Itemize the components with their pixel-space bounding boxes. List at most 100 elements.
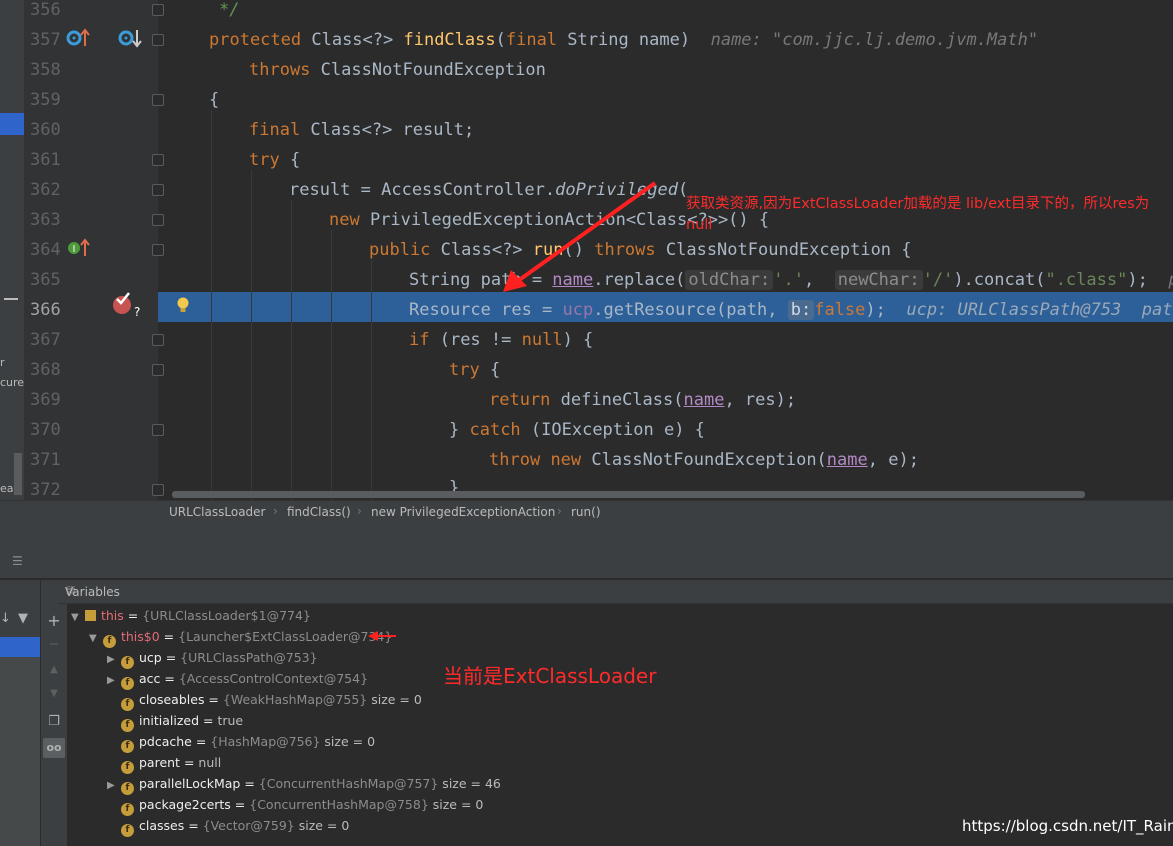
variables-toolbar: + − ▲ ▼ ❐ oo — [40, 580, 68, 846]
line-number: 365 — [30, 270, 61, 290]
code-line-370: } catch (IOException e) { — [449, 420, 705, 440]
watermark: https://blog.csdn.net/IT_Rain — [962, 817, 1173, 835]
svg-text:I: I — [73, 244, 76, 255]
variable-row[interactable]: f pdcache = {HashMap@756} size = 0 — [107, 732, 375, 753]
code-line-358: throws ClassNotFoundException — [249, 60, 546, 80]
variables-tree[interactable]: ▼ this = {URLClassLoader$1@774} ▼ f this$… — [67, 604, 1173, 846]
field-icon: f — [120, 698, 134, 711]
param-hint: oldChar: — [685, 270, 774, 290]
code-line-356: */ — [219, 0, 240, 20]
line-number: 362 — [30, 180, 61, 200]
field-icon: f — [120, 656, 134, 669]
object-icon — [84, 610, 96, 621]
fold-marker[interactable] — [152, 4, 164, 16]
fold-marker[interactable] — [152, 244, 164, 256]
code-line-367: if (res != null) { — [409, 330, 594, 350]
line-number: 360 — [30, 120, 61, 140]
fold-marker[interactable] — [152, 484, 164, 496]
line-number: 368 — [30, 360, 61, 380]
field-icon: f — [120, 761, 134, 774]
frames-list[interactable] — [0, 657, 40, 846]
variable-row[interactable]: ▶ f parallelLockMap = {ConcurrentHashMap@… — [107, 774, 501, 795]
filter-icon[interactable]: ▼ — [18, 611, 28, 626]
code-line-371: throw new ClassNotFoundException(name, e… — [489, 450, 919, 470]
line-number: 364 — [30, 240, 61, 260]
code-line-369: return defineClass(name, res); — [489, 390, 797, 410]
frames-panel: ↓ ▼ — [0, 580, 40, 846]
move-down-icon[interactable]: ▼ — [43, 688, 65, 706]
panel-divider — [0, 524, 1173, 548]
layout-icon[interactable]: ☰ — [12, 554, 23, 568]
debug-toolbar: ☰ — [0, 548, 1173, 579]
variable-row[interactable]: f package2certs = {ConcurrentHashMap@758}… — [107, 795, 483, 816]
param-hint: newChar: — [834, 270, 923, 290]
minus-icon[interactable]: − — [43, 637, 65, 655]
variable-row[interactable]: f initialized = true — [107, 711, 243, 732]
glasses-icon[interactable]: oo — [43, 738, 65, 758]
field-icon: f — [120, 803, 134, 816]
line-number: 359 — [30, 90, 61, 110]
variables-title: Variables — [65, 585, 120, 599]
line-number: 356 — [30, 0, 61, 20]
copy-icon[interactable]: ❐ — [43, 714, 65, 732]
fold-marker[interactable] — [152, 364, 164, 376]
line-number: 367 — [30, 330, 61, 350]
code-line-357: protected Class<?> findClass(final Strin… — [209, 30, 1039, 50]
add-watch-icon[interactable]: + — [43, 611, 65, 630]
line-number: 358 — [30, 60, 61, 80]
code-line-361: try { — [249, 150, 301, 170]
code-line-360: final Class<?> result; — [249, 120, 475, 140]
code-line-359: { — [209, 90, 220, 110]
line-number: 371 — [30, 450, 61, 470]
field-icon: f — [120, 740, 134, 753]
variable-row[interactable]: f closeables = {WeakHashMap@755} size = 0 — [107, 690, 422, 711]
variable-row[interactable]: ▶ f acc = {AccessControlContext@754} — [107, 669, 368, 690]
breadcrumb: URLClassLoader › findClass() › new Privi… — [0, 500, 1173, 525]
line-number-current: 366 — [30, 300, 61, 320]
fold-marker[interactable] — [152, 334, 164, 346]
variable-row[interactable]: ▼ f this$0 = {Launcher$ExtClassLoader@734… — [89, 627, 392, 648]
breadcrumb-item[interactable]: run() — [571, 505, 601, 519]
field-icon: f — [120, 677, 134, 690]
breadcrumb-item[interactable]: URLClassLoader — [169, 505, 265, 519]
fold-marker[interactable] — [152, 154, 164, 166]
indent-guide — [291, 200, 292, 500]
param-hint: b: — [787, 300, 815, 320]
fold-marker[interactable] — [152, 214, 164, 226]
variable-row[interactable]: f parent = null — [107, 753, 221, 774]
variable-row[interactable]: ▼ this = {URLClassLoader$1@774} — [71, 606, 311, 626]
fold-marker[interactable] — [152, 424, 164, 436]
indent-guide — [251, 170, 252, 500]
line-number: 361 — [30, 150, 61, 170]
arrow-down-icon[interactable]: ↓ — [0, 611, 11, 626]
code-line-368: try { — [449, 360, 501, 380]
line-number: 372 — [30, 480, 61, 500]
move-up-icon[interactable]: ▲ — [43, 664, 65, 682]
inline-debug-value: name: "com.jjc.lj.demo.jvm.Math" — [710, 30, 1039, 50]
inline-debug-value: ucp: URLClassPath@753 path — [906, 300, 1173, 320]
small-red-arrow — [368, 631, 396, 641]
breadcrumb-item[interactable]: findClass() — [287, 505, 351, 519]
editor-horizontal-scrollbar[interactable] — [172, 491, 1085, 498]
field-icon: f — [120, 719, 134, 732]
fold-marker[interactable] — [152, 184, 164, 196]
breadcrumb-item[interactable]: new PrivilegedExceptionAction — [371, 505, 555, 519]
implements-up-icon[interactable]: I — [66, 237, 92, 259]
indent-guide — [211, 110, 212, 500]
field-icon: f — [120, 782, 134, 795]
fold-marker[interactable] — [152, 34, 164, 46]
lightbulb-icon[interactable] — [176, 296, 190, 314]
svg-text:?: ? — [134, 305, 140, 318]
variable-row[interactable]: f classes = {Vector@759} size = 0 — [107, 816, 349, 837]
line-number: 357 — [30, 30, 61, 50]
overridden-down-icon[interactable] — [118, 27, 144, 49]
field-icon: f — [102, 635, 116, 648]
variable-row[interactable]: ▶ f ucp = {URLClassPath@753} — [107, 648, 318, 669]
line-number: 370 — [30, 420, 61, 440]
selected-frame[interactable] — [0, 637, 40, 657]
annotation-note: 获取类资源,因为ExtClassLoader加载的是 lib/ext目录下的，所… — [686, 196, 1150, 233]
override-up-icon[interactable] — [66, 27, 92, 49]
fold-marker[interactable] — [152, 94, 164, 106]
breakpoint-icon[interactable]: ? — [110, 290, 144, 318]
red-arrow-annotation — [503, 181, 657, 292]
